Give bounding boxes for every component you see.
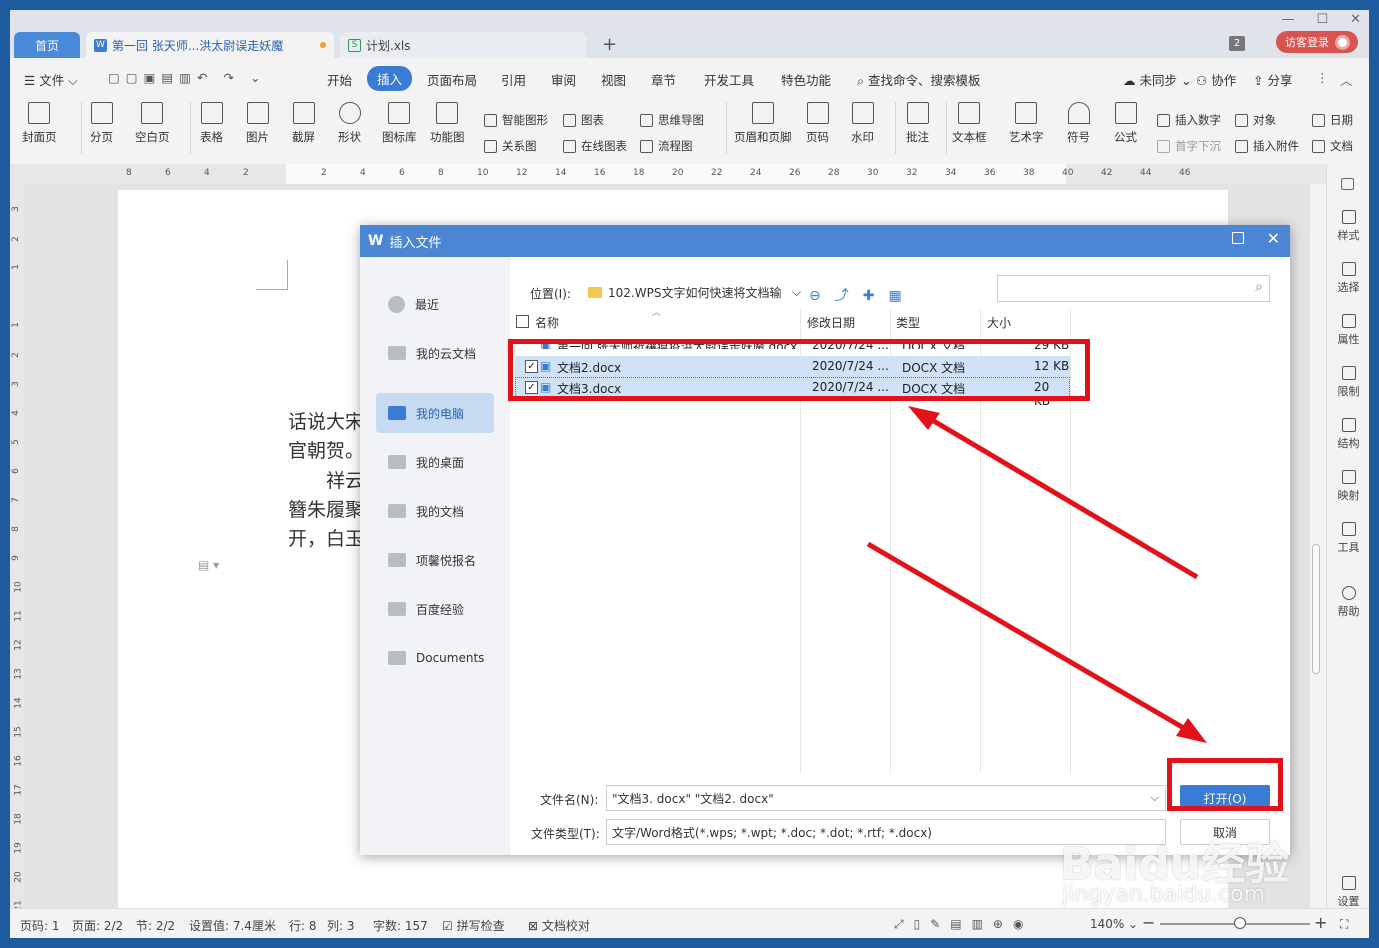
baidu-watermark-url: jingyan.baidu.com — [1062, 882, 1266, 907]
arrow-to-open — [866, 541, 1196, 737]
arrow-to-files — [920, 411, 1199, 580]
app-window: 首页 W 第一回 张天师...洪太尉误走妖魔 S 计划.xls + — ☐ ✕ … — [10, 10, 1369, 938]
arrow-head — [1176, 718, 1207, 743]
arrow-head — [908, 406, 940, 430]
annotation-arrows — [866, 406, 1207, 743]
